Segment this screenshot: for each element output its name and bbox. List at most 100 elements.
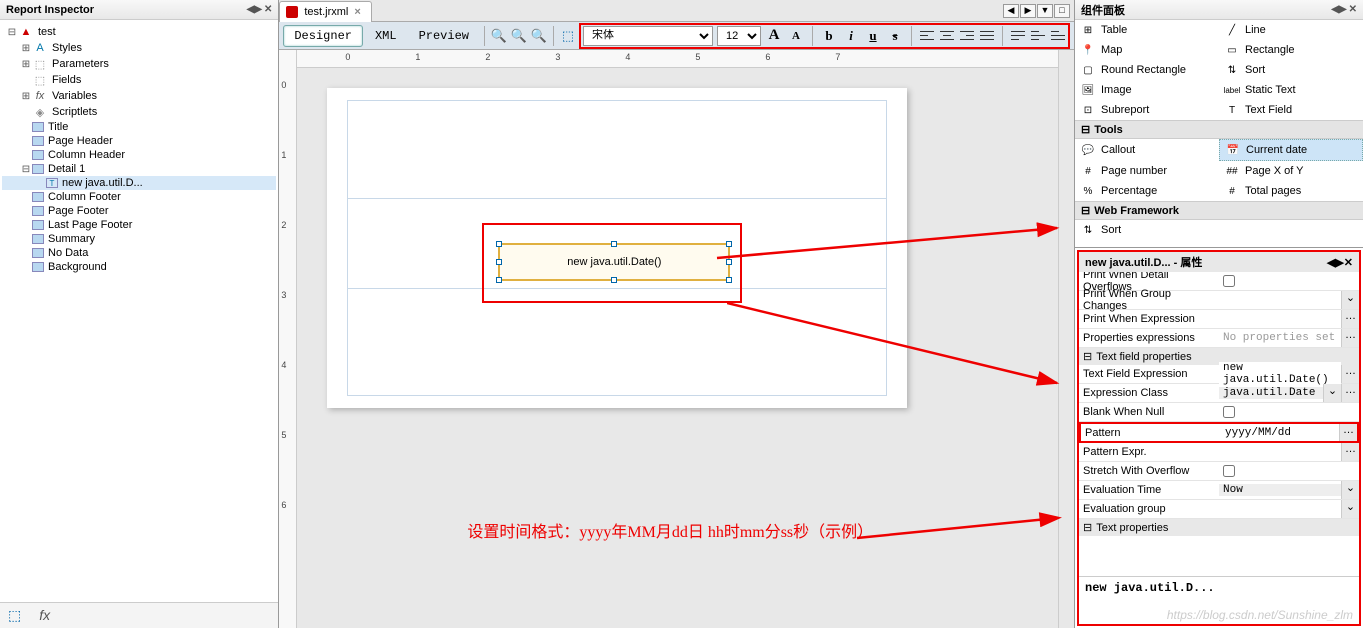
tree-parameters[interactable]: ⊞⬚Parameters (2, 56, 276, 72)
font-select[interactable]: 宋体 (583, 26, 713, 46)
valign-top-icon[interactable] (1010, 29, 1026, 43)
prop-pattern[interactable]: Patternyyyy/MM/dd… (1079, 422, 1359, 443)
prop-props-expr[interactable]: Properties expressionsNo properties set… (1079, 329, 1359, 348)
dropdown-icon[interactable]: ⌄ (1341, 500, 1359, 518)
ellipsis-icon[interactable]: … (1341, 443, 1359, 461)
tree-fields[interactable]: ⬚Fields (2, 72, 276, 88)
textfield-element[interactable]: new java.util.Date() (498, 243, 730, 281)
prop-expr-class[interactable]: Expression Classjava.util.Date⌄… (1079, 384, 1359, 403)
prop-pattern-expr[interactable]: Pattern Expr.… (1079, 443, 1359, 462)
pal-rectangle[interactable]: ▭Rectangle (1219, 40, 1363, 60)
ellipsis-icon[interactable]: … (1341, 384, 1359, 402)
ellipsis-icon[interactable]: … (1341, 310, 1359, 328)
align-right-icon[interactable] (959, 29, 975, 43)
tab-maximize-icon[interactable]: □ (1054, 4, 1070, 18)
dropdown-icon[interactable]: ⌄ (1341, 291, 1359, 309)
tree-page-header[interactable]: Page Header (2, 134, 276, 148)
tree-title-band[interactable]: Title (2, 120, 276, 134)
pal-sort[interactable]: ⇅Sort (1219, 60, 1363, 80)
pal-map[interactable]: 📍Map (1075, 40, 1219, 60)
underline-icon[interactable]: u (864, 27, 882, 45)
pal-pagenum[interactable]: #Page number (1075, 161, 1219, 181)
pal-cat-tools[interactable]: ⊟Tools (1075, 120, 1363, 139)
align-justify-icon[interactable] (979, 29, 995, 43)
checkbox[interactable] (1223, 406, 1235, 418)
fontsize-select[interactable]: 12 (717, 26, 761, 46)
tree-background[interactable]: Background (2, 260, 276, 274)
minimize-icon[interactable]: ◀▶ (1327, 257, 1344, 269)
tree-column-header[interactable]: Column Header (2, 148, 276, 162)
datasource-icon[interactable]: ⬚ (559, 27, 577, 45)
checkbox[interactable] (1223, 465, 1235, 477)
pal-textfield[interactable]: TText Field (1219, 100, 1363, 120)
valign-middle-icon[interactable] (1030, 29, 1046, 43)
tree-variables[interactable]: ⊞fxVariables (2, 88, 276, 104)
tab-nav-right-icon[interactable]: ▶ (1020, 4, 1036, 18)
ellipsis-icon[interactable]: … (1339, 424, 1357, 441)
tree-scriptlets[interactable]: ◈Scriptlets (2, 104, 276, 120)
tab-close-icon[interactable]: × (354, 6, 360, 18)
prop-stretch[interactable]: Stretch With Overflow (1079, 462, 1359, 481)
minimize-icon[interactable]: ◀▶ (247, 4, 262, 15)
fontsize-up-icon[interactable]: A (765, 27, 783, 45)
tab-dropdown-icon[interactable]: ▼ (1037, 4, 1053, 18)
pal-roundrect[interactable]: ▢Round Rectangle (1075, 60, 1219, 80)
minimize-icon[interactable]: ◀▶ (1331, 4, 1346, 15)
prop-eval-group[interactable]: Evaluation group⌄ (1079, 500, 1359, 519)
close-icon[interactable]: ✕ (1344, 257, 1353, 269)
pal-percentage[interactable]: %Percentage (1075, 181, 1219, 201)
tree-summary[interactable]: Summary (2, 232, 276, 246)
italic-icon[interactable]: i (842, 27, 860, 45)
fontsize-down-icon[interactable]: A (787, 27, 805, 45)
tree-last-page-footer[interactable]: Last Page Footer (2, 218, 276, 232)
tree-detail-field[interactable]: Tnew java.util.D... (2, 176, 276, 190)
pal-sort2[interactable]: ⇅Sort (1075, 220, 1219, 240)
pal-line[interactable]: ╱Line (1219, 20, 1363, 40)
ellipsis-icon[interactable]: … (1341, 329, 1359, 347)
dropdown-icon[interactable]: ⌄ (1323, 384, 1341, 402)
footer-datasource-icon[interactable]: ⬚ (8, 607, 21, 624)
pal-cat-webfw[interactable]: ⊟Web Framework (1075, 201, 1363, 220)
pal-callout[interactable]: 💬Callout (1075, 139, 1219, 161)
ellipsis-icon[interactable]: … (1341, 365, 1359, 383)
close-icon[interactable]: ✕ (264, 4, 272, 15)
report-page[interactable]: new java.util.Date() (327, 88, 907, 408)
prop-cat-textprops[interactable]: ⊟Text properties (1079, 519, 1359, 536)
dropdown-icon[interactable]: ⌄ (1341, 481, 1359, 499)
footer-fx-icon[interactable]: fx (39, 607, 50, 624)
tab-testjrxml[interactable]: test.jrxml × (279, 1, 371, 22)
strike-icon[interactable]: s (886, 27, 904, 45)
tree-page-footer[interactable]: Page Footer (2, 204, 276, 218)
tab-nav-left-icon[interactable]: ◀ (1003, 4, 1019, 18)
tree-column-footer[interactable]: Column Footer (2, 190, 276, 204)
pal-image[interactable]: 🖼Image (1075, 80, 1219, 100)
pal-currentdate[interactable]: 📅Current date (1219, 139, 1363, 161)
close-icon[interactable]: ✕ (1349, 4, 1357, 15)
bold-icon[interactable]: b (820, 27, 838, 45)
prop-print-when-group[interactable]: Print When Group Changes⌄ (1079, 291, 1359, 310)
zoom-fit-icon[interactable]: 🔍 (530, 27, 548, 45)
pal-statictext[interactable]: labelStatic Text (1219, 80, 1363, 100)
canvas-main[interactable]: 0 1 2 3 4 5 6 7 ne (297, 50, 1058, 628)
designer-button[interactable]: Designer (283, 25, 363, 47)
preview-button[interactable]: Preview (409, 26, 479, 46)
pal-totalpages[interactable]: #Total pages (1219, 181, 1363, 201)
zoom-in-icon[interactable]: 🔍 (510, 27, 528, 45)
prop-tf-expr[interactable]: Text Field Expressionnew java.util.Date(… (1079, 365, 1359, 384)
tree-no-data[interactable]: No Data (2, 246, 276, 260)
align-center-icon[interactable] (939, 29, 955, 43)
prop-blank-null[interactable]: Blank When Null (1079, 403, 1359, 422)
canvas-scrollbar[interactable] (1058, 50, 1074, 628)
checkbox[interactable] (1223, 275, 1235, 287)
tree-root[interactable]: ⊟▲test (2, 24, 276, 40)
pal-pagexofy[interactable]: ##Page X of Y (1219, 161, 1363, 181)
tree-styles[interactable]: ⊞AStyles (2, 40, 276, 56)
tree-detail1[interactable]: ⊟Detail 1 (2, 162, 276, 176)
valign-bottom-icon[interactable] (1050, 29, 1066, 43)
align-left-icon[interactable] (919, 29, 935, 43)
pal-table[interactable]: ⊞Table (1075, 20, 1219, 40)
pal-subreport[interactable]: ⊡Subreport (1075, 100, 1219, 120)
prop-eval-time[interactable]: Evaluation TimeNow⌄ (1079, 481, 1359, 500)
xml-button[interactable]: XML (365, 26, 407, 46)
prop-print-when-expr[interactable]: Print When Expression… (1079, 310, 1359, 329)
